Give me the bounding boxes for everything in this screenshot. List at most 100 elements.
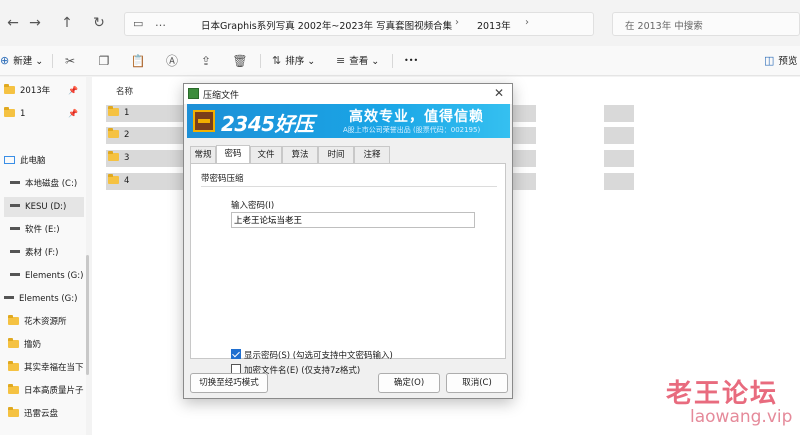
switch-mode-button[interactable]: 切换至经巧模式 bbox=[190, 373, 268, 393]
tab-files[interactable]: 文件 bbox=[250, 146, 282, 164]
drive-icon bbox=[10, 273, 20, 276]
brand-banner: 2345好压 高效专业，值得信赖 A股上市公司荣誉出品 (股票代码：002195… bbox=[187, 104, 510, 138]
address-row: ← → ↑ ↻ ▭ … 日本Graphis系列写真 2002年~2023年 写真… bbox=[0, 0, 800, 46]
preview-pane-icon: ◫ bbox=[764, 54, 775, 67]
sidebar-item-elements-root[interactable]: Elements (G:) bbox=[4, 289, 84, 309]
sidebar-item-folder[interactable]: 花木资源所 bbox=[4, 312, 84, 332]
sidebar-scrollbar[interactable] bbox=[86, 255, 89, 375]
navigation-pane: 2013年 📌 1 📌 此电脑 本地磁盘 (C:) KESU (D:) 软件 (E:… bbox=[0, 77, 86, 435]
close-icon[interactable]: ✕ bbox=[494, 86, 504, 100]
sidebar-item-drive-f[interactable]: 素材 (F:) bbox=[4, 243, 84, 263]
new-button[interactable]: ⊕ 新建 ⌄ bbox=[0, 53, 43, 69]
sidebar-item-label: Elements (G:) bbox=[19, 294, 78, 304]
breadcrumb-segment[interactable]: 2013年 bbox=[477, 18, 511, 32]
tab-comment[interactable]: 注释 bbox=[354, 146, 390, 164]
watermark-url: laowang.vip bbox=[690, 407, 793, 427]
back-arrow-icon[interactable]: ← bbox=[2, 12, 24, 34]
folder-icon bbox=[108, 174, 119, 184]
breadcrumb-segment[interactable]: 日本Graphis系列写真 2002年~2023年 写真套图视频合集 bbox=[201, 18, 452, 32]
sidebar-item-drive-g[interactable]: Elements (G:) bbox=[4, 266, 84, 286]
sidebar-item-folder[interactable]: 日本高质量片子 bbox=[4, 381, 84, 401]
refresh-icon[interactable]: ↻ bbox=[88, 12, 110, 34]
sort-icon: ⇅ bbox=[272, 54, 282, 67]
paste-icon[interactable]: 📋 bbox=[130, 53, 146, 69]
folder-icon bbox=[8, 361, 19, 371]
tab-general[interactable]: 常规 bbox=[190, 146, 216, 164]
ellipsis-icon[interactable]: … bbox=[155, 16, 166, 29]
password-label: 输入密码(I) bbox=[231, 201, 275, 211]
monitor-icon: ▭ bbox=[133, 17, 144, 30]
view-button[interactable]: ≡ 查看 ⌄ bbox=[336, 53, 379, 69]
ok-button[interactable]: 确定(O) bbox=[378, 373, 440, 393]
sidebar-item-1[interactable]: 1 📌 bbox=[4, 104, 84, 124]
group-title: 带密码压缩 bbox=[201, 174, 244, 184]
sidebar-item-folder[interactable]: 其实幸福在当下 bbox=[4, 358, 84, 378]
chevron-right-icon[interactable]: › bbox=[525, 17, 529, 28]
file-name: 3 bbox=[124, 153, 130, 163]
sort-label: 排序 bbox=[285, 56, 305, 67]
folder-icon bbox=[8, 315, 19, 325]
search-input[interactable]: 在 2013年 中搜索 bbox=[612, 12, 800, 36]
sidebar-item-label: 花木资源所 bbox=[24, 317, 67, 327]
sidebar-item-label: 其实幸福在当下 bbox=[24, 363, 84, 373]
sidebar-item-drive-e[interactable]: 软件 (E:) bbox=[4, 220, 84, 240]
column-header-name[interactable]: 名称 bbox=[116, 85, 133, 97]
sidebar-item-label: 迅雷云盘 bbox=[24, 409, 59, 419]
rename-icon[interactable]: Ⓐ bbox=[164, 53, 180, 69]
dialog-title: 压缩文件 bbox=[203, 91, 240, 101]
folder-icon bbox=[8, 338, 19, 348]
brand-name: 2345好压 bbox=[221, 112, 314, 136]
sidebar-item-label: 软件 (E:) bbox=[25, 225, 60, 235]
more-button[interactable]: ••• bbox=[404, 53, 418, 69]
computer-icon bbox=[4, 156, 15, 164]
file-name: 4 bbox=[124, 176, 130, 186]
folder-icon bbox=[108, 128, 119, 138]
row-highlight bbox=[604, 150, 634, 167]
sidebar-item-drive-d[interactable]: KESU (D:) bbox=[4, 197, 84, 217]
sidebar-item-label: 素材 (F:) bbox=[25, 248, 59, 258]
checkbox-label: 显示密码(S) (勾选可支持中文密码输入) bbox=[244, 351, 393, 361]
up-arrow-icon[interactable]: ↑ bbox=[56, 12, 78, 34]
preview-label: 预览 bbox=[778, 56, 798, 67]
sidebar-item-label: 撸奶 bbox=[24, 340, 42, 350]
tab-algorithm[interactable]: 算法 bbox=[282, 146, 318, 164]
row-highlight bbox=[604, 105, 634, 122]
copy-icon[interactable]: ❐ bbox=[96, 53, 112, 69]
chevron-down-icon: ⌄ bbox=[35, 56, 44, 67]
row-highlight bbox=[604, 173, 634, 190]
address-bar[interactable]: ▭ … 日本Graphis系列写真 2002年~2023年 写真套图视频合集 ›… bbox=[124, 12, 594, 36]
sidebar-item-2013[interactable]: 2013年 📌 bbox=[4, 81, 84, 101]
sidebar-item-label: 1 bbox=[20, 109, 26, 119]
chevron-right-icon[interactable]: › bbox=[455, 17, 459, 28]
drive-icon bbox=[10, 227, 20, 230]
cancel-button[interactable]: 取消(C) bbox=[446, 373, 508, 393]
folder-icon bbox=[8, 407, 19, 417]
delete-icon[interactable]: 🗑 bbox=[232, 53, 248, 69]
dialog-title-bar[interactable]: 压缩文件 ✕ bbox=[184, 84, 512, 104]
view-label: 查看 bbox=[349, 56, 369, 67]
plus-icon: ⊕ bbox=[0, 54, 10, 67]
group-divider bbox=[201, 186, 497, 187]
tab-time[interactable]: 时间 bbox=[318, 146, 354, 164]
folder-icon bbox=[108, 151, 119, 161]
share-icon[interactable]: ⇪ bbox=[198, 53, 214, 69]
sidebar-item-label: 此电脑 bbox=[20, 156, 46, 166]
brand-slogan: 高效专业，值得信赖 bbox=[349, 109, 484, 125]
watermark-text: 老王论坛 bbox=[666, 379, 779, 409]
preview-button[interactable]: ◫ 预览 bbox=[764, 53, 797, 69]
sidebar-item-folder[interactable]: 撸奶 bbox=[4, 335, 84, 355]
new-label: 新建 bbox=[13, 56, 33, 67]
password-tab-panel: 带密码压缩 输入密码(I) 显示密码(S) (勾选可支持中文密码输入) 加密文件… bbox=[190, 163, 506, 376]
tab-password[interactable]: 密码 bbox=[216, 145, 250, 164]
drive-icon bbox=[10, 250, 20, 253]
forward-arrow-icon[interactable]: → bbox=[24, 12, 46, 34]
divider bbox=[260, 54, 261, 68]
folder-icon bbox=[8, 384, 19, 394]
sort-button[interactable]: ⇅ 排序 ⌄ bbox=[272, 53, 315, 69]
cut-icon[interactable]: ✂ bbox=[62, 53, 78, 69]
sidebar-item-folder[interactable]: 迅雷云盘 bbox=[4, 404, 84, 424]
sidebar-item-drive-c[interactable]: 本地磁盘 (C:) bbox=[4, 174, 84, 194]
show-password-checkbox[interactable]: 显示密码(S) (勾选可支持中文密码输入) bbox=[231, 349, 393, 361]
password-field[interactable] bbox=[231, 212, 475, 228]
sidebar-item-this-pc[interactable]: 此电脑 bbox=[4, 151, 84, 171]
